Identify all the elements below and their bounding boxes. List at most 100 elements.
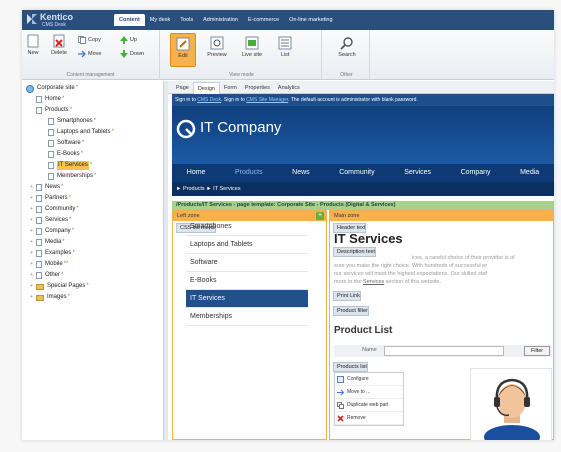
site-nav-products[interactable]: Products bbox=[220, 164, 277, 182]
tree-node-laptops-and-tablets[interactable]: Laptops and Tablets * bbox=[48, 128, 114, 137]
tree-node-images[interactable]: + Images * bbox=[30, 293, 70, 302]
tree-node-mobile[interactable]: + Mobile ** bbox=[30, 260, 68, 269]
menu-item-software[interactable]: Software bbox=[186, 254, 308, 272]
product-filter-webpart-header[interactable]: Product filter bbox=[333, 306, 369, 316]
topnav-content[interactable]: Content bbox=[114, 14, 145, 26]
tree-node-examples[interactable]: + Examples * bbox=[30, 249, 75, 258]
tree-node-e-books[interactable]: E-Books * bbox=[48, 150, 83, 159]
tab-analytics[interactable]: Analytics bbox=[274, 82, 304, 94]
tree-node-news[interactable]: + News * bbox=[30, 183, 63, 192]
site-nav-services[interactable]: Services bbox=[389, 164, 445, 182]
signin-mid: . Sign in to bbox=[221, 97, 245, 103]
breadcrumb[interactable]: ► Products ► IT Services bbox=[172, 182, 554, 196]
delete-button[interactable]: Delete bbox=[48, 34, 70, 56]
context-menu-duplicate[interactable]: Duplicate web part bbox=[335, 399, 403, 412]
down-button[interactable]: Down bbox=[120, 50, 144, 58]
tab-page[interactable]: Page bbox=[172, 82, 193, 94]
tree-node-community[interactable]: + Community * bbox=[30, 205, 79, 214]
cms-desk-link[interactable]: CMS Desk bbox=[197, 97, 221, 103]
tree-node-products[interactable]: Products * bbox=[36, 106, 72, 115]
expand-icon[interactable]: + bbox=[30, 194, 35, 203]
menu-item-it-services[interactable]: IT Services bbox=[186, 290, 308, 308]
expand-icon[interactable]: + bbox=[30, 238, 35, 247]
published-indicator: * bbox=[111, 129, 114, 135]
search-button[interactable]: Search bbox=[332, 36, 362, 58]
main-navigation: Content My desk Tools Administration E-c… bbox=[114, 14, 338, 26]
live-site-button[interactable]: Live site bbox=[238, 36, 266, 58]
topnav-online-marketing[interactable]: On-line marketing bbox=[284, 14, 337, 26]
add-web-part-icon[interactable]: + bbox=[316, 212, 324, 220]
site-nav-home[interactable]: Home bbox=[172, 164, 220, 182]
expand-icon[interactable]: + bbox=[30, 271, 35, 280]
expand-icon[interactable]: + bbox=[30, 282, 35, 291]
filter-button[interactable]: Filter bbox=[524, 346, 550, 356]
tree-node-label: Special Pages bbox=[47, 283, 86, 289]
context-menu-label: Remove bbox=[347, 415, 366, 421]
site-nav-news[interactable]: News bbox=[277, 164, 324, 182]
content-tree: Corporate site * Home * Products * Smartpho… bbox=[22, 81, 164, 440]
name-filter-input[interactable] bbox=[384, 346, 504, 356]
expand-icon[interactable]: + bbox=[30, 249, 35, 258]
expand-icon[interactable]: + bbox=[30, 205, 35, 214]
menu-item-e-books[interactable]: E-Books bbox=[186, 272, 308, 290]
product-image[interactable] bbox=[470, 368, 552, 440]
new-button[interactable]: New bbox=[24, 34, 42, 56]
tab-properties[interactable]: Properties bbox=[241, 82, 274, 94]
tree-node-corporate-site[interactable]: Corporate site * bbox=[26, 84, 78, 93]
tree-node-special-pages[interactable]: + Special Pages * bbox=[30, 282, 89, 291]
content-management-group: New Delete Copy Move Up Down Content man… bbox=[22, 30, 160, 80]
context-menu-configure[interactable]: Configure bbox=[335, 373, 403, 386]
tree-node-software[interactable]: Software * bbox=[48, 139, 84, 148]
site-nav-company[interactable]: Company bbox=[446, 164, 506, 182]
services-link[interactable]: Services bbox=[363, 279, 384, 285]
expand-icon[interactable]: + bbox=[30, 183, 35, 192]
copy-button[interactable]: Copy bbox=[78, 36, 101, 44]
tree-node-other[interactable]: + Other * bbox=[30, 271, 63, 280]
move-button[interactable]: Move bbox=[78, 50, 101, 58]
tree-node-home[interactable]: Home * bbox=[36, 95, 64, 104]
context-menu-label: Move to ... bbox=[347, 389, 371, 395]
page-icon bbox=[48, 173, 54, 180]
edit-button[interactable]: Edit bbox=[170, 33, 196, 67]
expand-icon[interactable]: + bbox=[30, 227, 35, 236]
signin-suffix: . The default account is administrator w… bbox=[288, 97, 418, 103]
products-list-webpart-header[interactable]: Products list bbox=[333, 362, 368, 372]
topnav-ecommerce[interactable]: E-commerce bbox=[243, 14, 284, 26]
tab-form[interactable]: Form bbox=[220, 82, 241, 94]
topnav-tools[interactable]: Tools bbox=[175, 14, 198, 26]
print-link-webpart-header[interactable]: Print Link bbox=[333, 291, 361, 301]
description-text-webpart-header[interactable]: Description text bbox=[333, 247, 376, 257]
topnav-administration[interactable]: Administration bbox=[198, 14, 243, 26]
topnav-my-desk[interactable]: My desk bbox=[145, 14, 175, 26]
expand-icon[interactable]: + bbox=[30, 260, 35, 269]
cms-site-manager-link[interactable]: CMS Site Manager bbox=[246, 97, 288, 103]
expand-icon[interactable]: + bbox=[30, 293, 35, 302]
tree-node-it-services[interactable]: IT Services * bbox=[48, 161, 92, 170]
expand-icon[interactable]: + bbox=[30, 216, 35, 225]
site-nav-community[interactable]: Community bbox=[324, 164, 389, 182]
kentico-logo[interactable]: Kentico CMS Desk bbox=[26, 12, 106, 28]
tab-design[interactable]: Design bbox=[192, 82, 220, 94]
tree-node-services[interactable]: + Services * bbox=[30, 216, 71, 225]
site-brand-name[interactable]: IT Company bbox=[200, 119, 281, 136]
context-menu-move-to[interactable]: Move to ... bbox=[335, 386, 403, 399]
tree-node-smartphones[interactable]: Smartphones * bbox=[48, 117, 96, 126]
menu-item-memberships[interactable]: Memberships bbox=[186, 308, 308, 326]
it-company-logo-icon[interactable] bbox=[176, 119, 196, 139]
context-menu-remove[interactable]: Remove bbox=[335, 412, 403, 425]
list-button[interactable]: List bbox=[274, 36, 296, 58]
tree-node-partners[interactable]: + Partners * bbox=[30, 194, 71, 203]
tree-node-memberships[interactable]: Memberships * bbox=[48, 172, 96, 181]
main-zone-header[interactable]: Main zone bbox=[330, 211, 553, 221]
page-template-bar[interactable]: /Products/IT Services - page template: C… bbox=[172, 201, 554, 210]
up-button[interactable]: Up bbox=[120, 36, 137, 44]
pane-splitter[interactable] bbox=[164, 81, 168, 440]
tree-node-label: Company bbox=[45, 228, 71, 234]
menu-item-laptops-and-tablets[interactable]: Laptops and Tablets bbox=[186, 236, 308, 254]
menu-item-smartphones[interactable]: Smartphones bbox=[186, 218, 308, 236]
preview-button[interactable]: Preview bbox=[204, 36, 230, 58]
tree-node-company[interactable]: + Company * bbox=[30, 227, 74, 236]
site-nav-media[interactable]: Media bbox=[505, 164, 554, 182]
tree-node-media[interactable]: + Media * bbox=[30, 238, 65, 247]
tree-node-label: Other bbox=[45, 272, 61, 278]
